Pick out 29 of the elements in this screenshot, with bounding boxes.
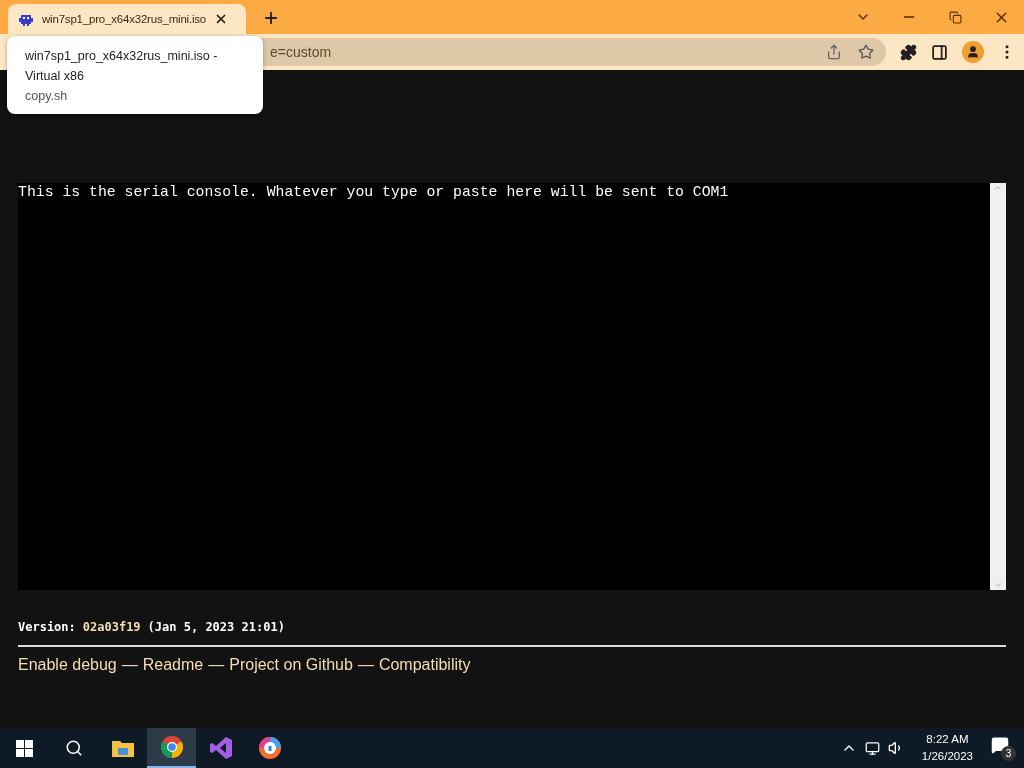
tab-title: win7sp1_pro_x64x32rus_mini.iso	[42, 13, 207, 25]
clock[interactable]: 8:22 AM 1/26/2023	[921, 731, 973, 765]
profile-avatar[interactable]	[962, 41, 984, 63]
link-separator: —	[121, 656, 138, 674]
side-panel-icon[interactable]	[931, 43, 948, 61]
link-separator: —	[208, 656, 225, 674]
browser-tab[interactable]: win7sp1_pro_x64x32rus_mini.iso	[8, 4, 246, 34]
share-icon[interactable]	[826, 44, 842, 60]
version-hash: 02a03f19	[82, 620, 141, 634]
network-icon[interactable]	[864, 740, 880, 756]
shield-app-icon	[257, 736, 282, 760]
footer-link[interactable]: Project on Github	[229, 656, 353, 674]
studio-icon	[208, 736, 233, 760]
footer-link[interactable]: Readme	[142, 656, 204, 674]
tooltip-source: copy.sh	[25, 88, 69, 105]
star-icon[interactable]	[858, 44, 874, 60]
taskbar-app[interactable]	[147, 728, 196, 768]
search-icon	[64, 739, 83, 757]
windows-icon	[16, 739, 33, 757]
footer-link[interactable]: Compatibility	[378, 656, 471, 674]
console-text: This is the serial console. Whatever you type or paste here will be sent to COM1	[18, 183, 730, 201]
link-separator: —	[357, 656, 374, 674]
new-tab-icon[interactable]	[262, 9, 280, 27]
version-date: (Jan 5, 2023 21:01)	[147, 620, 285, 634]
extensions-icon[interactable]	[900, 43, 917, 61]
chrome-icon	[159, 735, 184, 759]
version-label: Version:	[18, 620, 76, 634]
folder-icon	[111, 739, 134, 757]
footer-link[interactable]: Enable debug	[18, 656, 117, 674]
